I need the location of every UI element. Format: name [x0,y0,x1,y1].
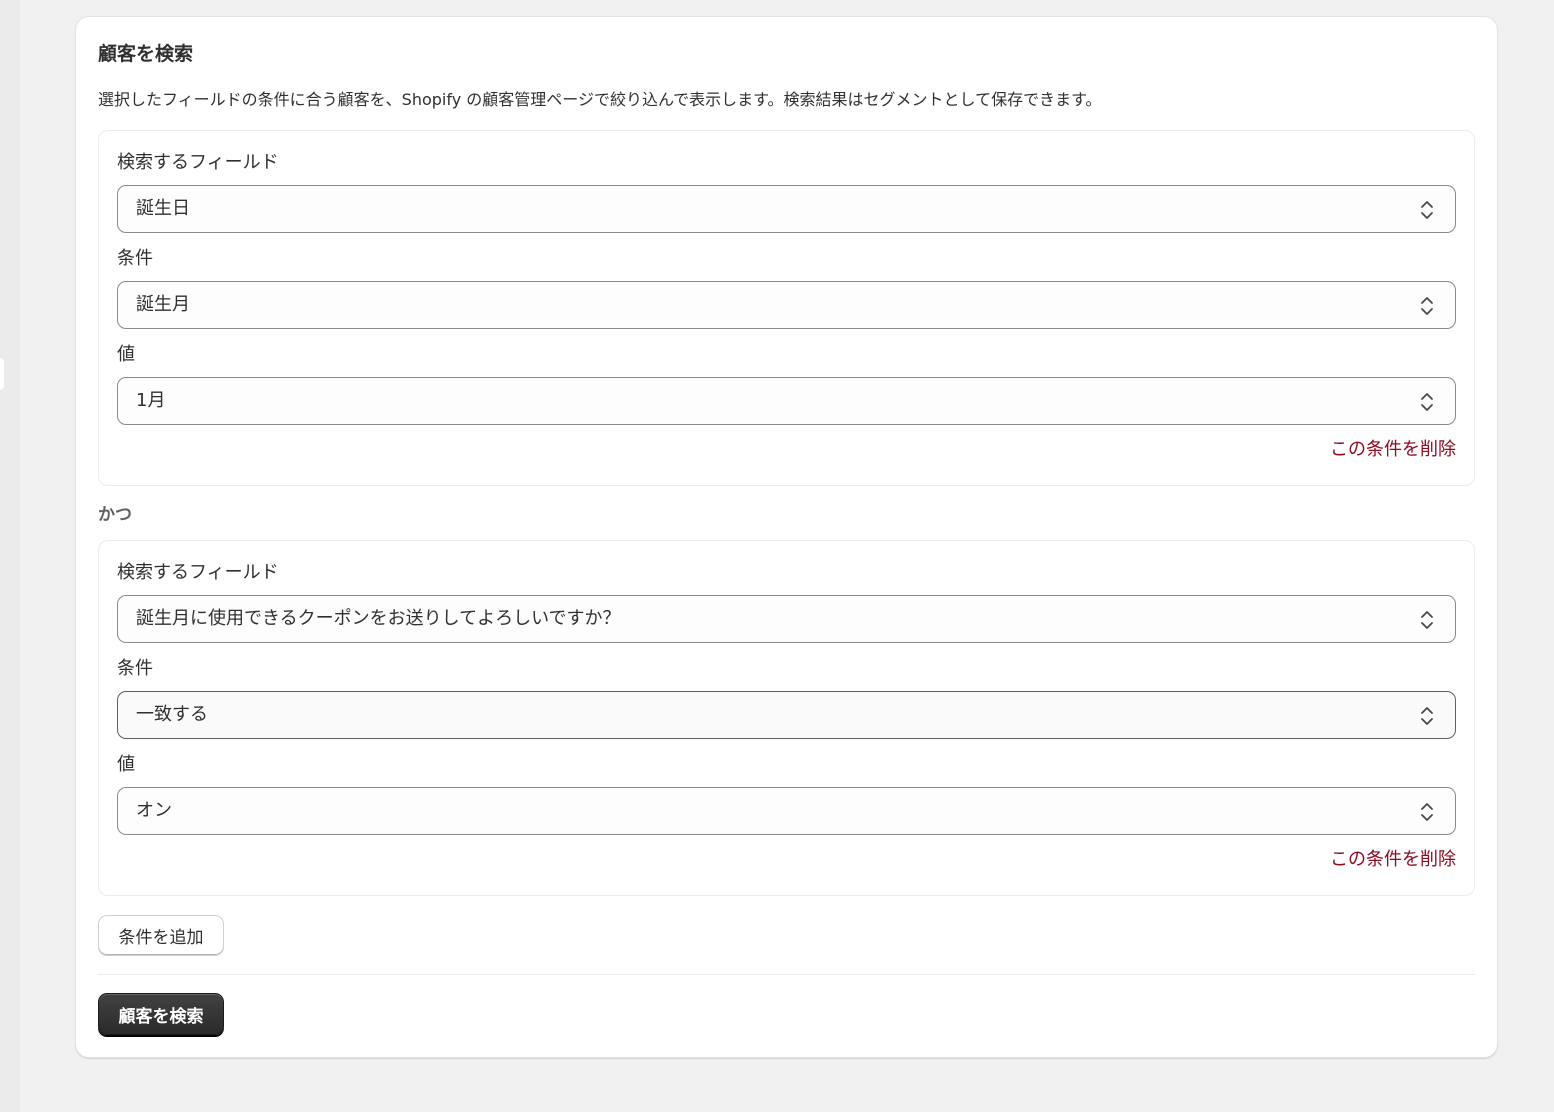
field-select-value: 誕生月に使用できるクーポンをお送りしてよろしいですか？ [136,608,621,629]
search-customers-button[interactable]: 顧客を検索 [98,993,224,1035]
operator-select[interactable]: 誕生月 [117,281,1456,329]
operator-label: 条件 [117,248,153,269]
field-select[interactable]: 誕生月に使用できるクーポンをお送りしてよろしいですか？ [117,595,1456,643]
operator-select-value: 一致する [136,704,208,725]
field-label: 検索するフィールド [117,152,279,173]
field-select-value: 誕生日 [136,198,190,219]
value-label: 値 [117,754,135,775]
delete-condition-link[interactable]: この条件を削除 [1330,849,1456,871]
operator-label: 条件 [117,658,153,679]
card-title: 顧客を検索 [98,43,194,65]
condition-block-1: 検索するフィールド 誕生日 条件 誕生月 値 1月 この条件を削除 [98,130,1475,486]
value-select-value: オン [136,800,172,821]
chevron-up-down-icon [1421,297,1433,315]
divider [98,974,1475,975]
chevron-up-down-icon [1421,393,1433,411]
operator-select[interactable]: 一致する [117,691,1456,739]
value-select[interactable]: オン [117,787,1456,835]
condition-block-2: 検索するフィールド 誕生月に使用できるクーポンをお送りしてよろしいですか？ 条件… [98,540,1475,896]
left-panel-tab [0,358,4,390]
operator-select-value: 誕生月 [136,294,190,315]
delete-condition-link[interactable]: この条件を削除 [1330,439,1456,461]
field-label: 検索するフィールド [117,562,279,583]
field-select[interactable]: 誕生日 [117,185,1456,233]
chevron-up-down-icon [1421,707,1433,725]
card-description: 選択したフィールドの条件に合う顧客を、Shopify の顧客管理ページで絞り込ん… [98,90,1102,109]
chevron-up-down-icon [1421,201,1433,219]
customer-search-card: 顧客を検索 選択したフィールドの条件に合う顧客を、Shopify の顧客管理ペー… [75,16,1498,1058]
value-select[interactable]: 1月 [117,377,1456,425]
chevron-up-down-icon [1421,803,1433,821]
chevron-up-down-icon [1421,611,1433,629]
value-select-value: 1月 [136,390,166,411]
and-connector-label: かつ [98,505,132,525]
add-condition-button[interactable]: 条件を追加 [98,915,224,956]
left-rail [0,0,20,1112]
value-label: 値 [117,344,135,365]
